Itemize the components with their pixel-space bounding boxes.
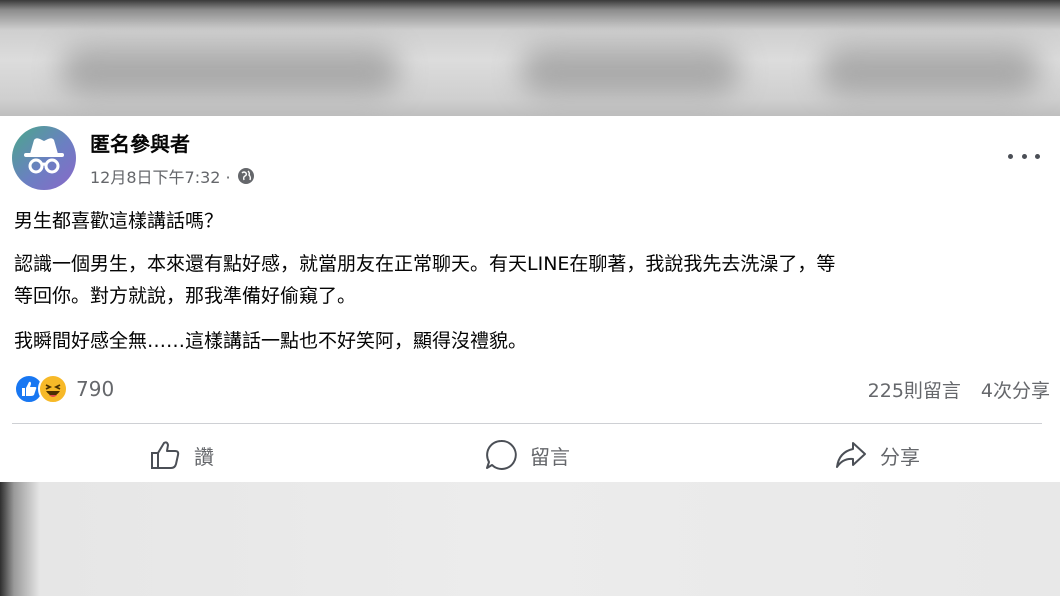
blurred-shape <box>60 46 400 96</box>
thumbs-up-icon <box>151 441 180 469</box>
comment-icon <box>486 439 517 470</box>
reaction-count: 790 <box>76 377 115 401</box>
engagement-stats: 225則留言 4次分享 <box>868 376 1050 403</box>
blurred-background-bottom <box>0 482 1060 596</box>
post-title: 男生都喜歡這樣講話嗎？ <box>14 210 224 232</box>
comment-button[interactable]: 留言 <box>484 438 570 472</box>
post-body: 認識一個男生，本來還有點好感，就當朋友在正常聊天。有天LINE在聊著，我說我先去… <box>14 248 1054 312</box>
more-dot <box>1021 153 1027 159</box>
globe-icon[interactable] <box>237 167 255 185</box>
post-meta: 12月8日下午7:32 · <box>90 164 255 188</box>
post-timestamp[interactable]: 12月8日下午7:32 · <box>90 164 231 188</box>
share-button[interactable]: 分享 <box>834 438 920 472</box>
anonymous-avatar[interactable] <box>12 126 76 190</box>
post-card: 匿名參與者 12月8日下午7:32 · 男生都喜歡這樣講話嗎？ 認識一個男生，本… <box>0 116 1060 482</box>
share-icon <box>836 442 866 468</box>
more-options-button[interactable] <box>1008 146 1040 166</box>
reactions-summary[interactable]: 790 <box>14 374 114 404</box>
blurred-shape <box>520 46 740 96</box>
blurred-shape <box>820 46 1040 96</box>
like-button[interactable]: 讚 <box>148 438 214 472</box>
divider <box>12 423 1042 424</box>
comment-count[interactable]: 225則留言 <box>868 376 961 403</box>
post-body-line: 等回你。對方就說，那我準備好偷窺了。 <box>14 285 357 307</box>
comment-label: 留言 <box>530 444 570 469</box>
blurred-background-top <box>0 0 1060 118</box>
incognito-icon <box>24 138 64 174</box>
post-body-paragraph: 我瞬間好感全無……這樣講話一點也不好笑阿，顯得沒禮貌。 <box>14 330 528 352</box>
like-label: 讚 <box>194 444 214 469</box>
share-label: 分享 <box>880 444 920 469</box>
haha-icon <box>38 374 68 404</box>
more-dot <box>1008 153 1013 159</box>
post-body-line: 認識一個男生，本來還有點好感，就當朋友在正常聊天。有天LINE在聊著，我說我先去… <box>14 253 836 275</box>
more-dot <box>1035 153 1040 159</box>
share-count[interactable]: 4次分享 <box>981 376 1050 403</box>
author-name[interactable]: 匿名參與者 <box>90 128 190 157</box>
